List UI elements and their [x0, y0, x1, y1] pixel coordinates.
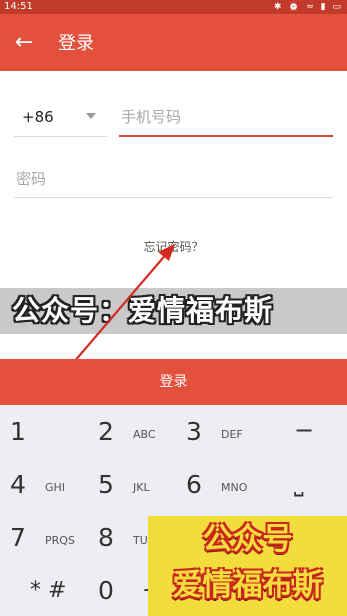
key-4[interactable]: 4 GHI: [0, 458, 86, 510]
key-digit: 0: [98, 576, 114, 605]
key-3[interactable]: 3 DEF: [176, 405, 262, 457]
space-icon: ⎵: [294, 469, 304, 497]
star-hash-icon: * #: [30, 578, 67, 603]
key-digit: 2: [98, 417, 114, 446]
minus-icon: −: [294, 416, 315, 444]
key-letters: DEF: [221, 428, 243, 441]
status-time: 14:51: [4, 1, 33, 12]
key-digit: 1: [10, 417, 26, 446]
country-code-value: +86: [22, 108, 54, 126]
key-letters: JKL: [133, 481, 150, 494]
key-letters: GHI: [45, 481, 66, 494]
watermark-text: 公众号：爱情福布斯: [12, 294, 274, 327]
key-space[interactable]: ⎵: [264, 458, 347, 510]
login-button[interactable]: 登录: [0, 359, 347, 405]
watermark-band: 公众号：爱情福布斯: [0, 288, 347, 334]
key-6[interactable]: 6 MNO: [176, 458, 262, 510]
phone-field: [119, 100, 335, 137]
key-digit: 7: [10, 523, 26, 552]
status-bar: 14:51 ✱ ⏰ ≈ ▮ ▭: [0, 0, 347, 14]
key-digit: 3: [186, 417, 202, 446]
key-7[interactable]: 7 PRQS: [0, 511, 86, 563]
status-icons: ✱ ⏰ ≈ ▮ ▭: [273, 2, 343, 12]
phone-input[interactable]: [119, 100, 335, 134]
back-arrow-icon[interactable]: ←: [8, 28, 40, 60]
key-letters: TU: [133, 534, 148, 547]
key-digit: 4: [10, 470, 26, 499]
forgot-password-link[interactable]: 忘记密码？: [0, 238, 347, 255]
app-bar: ← 登录: [0, 14, 347, 71]
key-letters: MNO: [221, 481, 248, 494]
key-5[interactable]: 5 JKL: [88, 458, 174, 510]
key-minus[interactable]: −: [264, 405, 347, 457]
key-letters: ABC: [133, 428, 156, 441]
chevron-down-icon: [86, 113, 96, 119]
key-2[interactable]: 2 ABC: [88, 405, 174, 457]
promo-sticker: 公众号 爱情福布斯: [148, 516, 347, 616]
page-title: 登录: [58, 33, 94, 54]
country-code-select[interactable]: +86: [14, 100, 107, 137]
promo-line-2: 爱情福布斯: [172, 568, 323, 603]
key-1[interactable]: 1: [0, 405, 86, 457]
key-digit: 8: [98, 523, 114, 552]
key-digit: 6: [186, 470, 202, 499]
key-letters: PRQS: [45, 534, 75, 547]
key-digit: 5: [98, 470, 114, 499]
promo-line-1: 公众号: [202, 522, 293, 557]
password-input[interactable]: [14, 162, 335, 196]
password-field: [14, 162, 335, 198]
